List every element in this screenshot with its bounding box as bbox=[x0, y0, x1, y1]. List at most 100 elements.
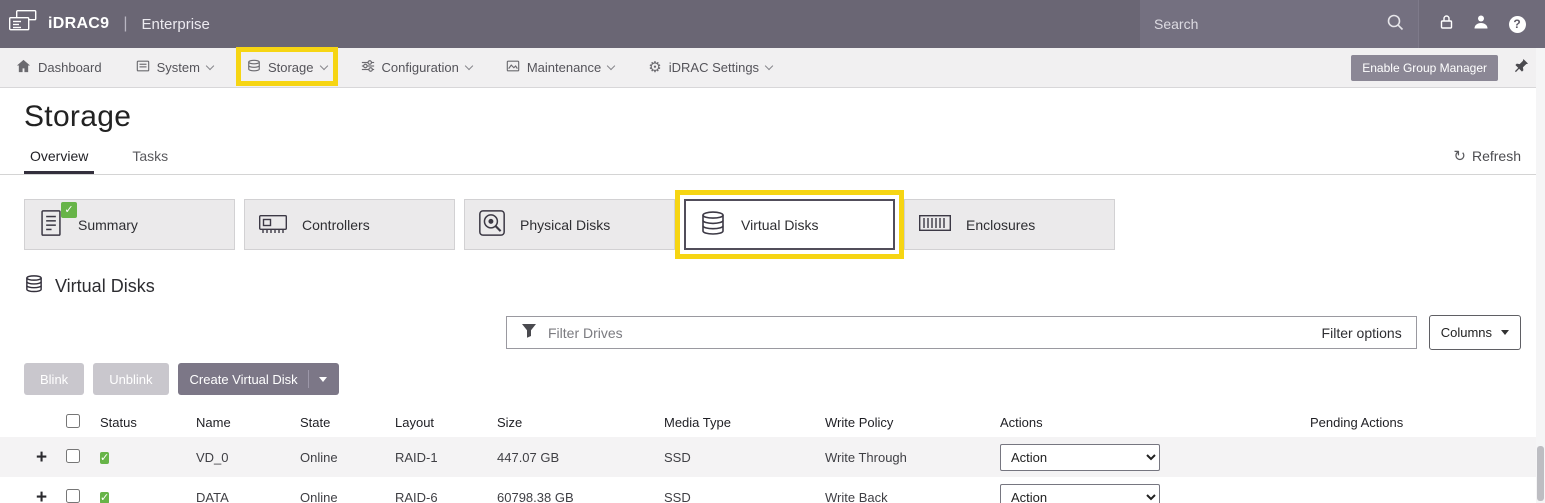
row-action-select[interactable]: Action bbox=[1000, 484, 1160, 503]
help-icon[interactable]: ? bbox=[1509, 16, 1526, 33]
row-action-select[interactable]: Action bbox=[1000, 444, 1160, 471]
expand-row-icon[interactable]: + bbox=[32, 447, 47, 468]
search-input[interactable] bbox=[1154, 16, 1378, 32]
col-layout: Layout bbox=[387, 415, 489, 430]
col-size: Size bbox=[489, 415, 656, 430]
card-physical-disks[interactable]: Physical Disks bbox=[464, 199, 675, 250]
virtual-disks-table: Status Name State Layout Size Media Type… bbox=[0, 407, 1545, 503]
vd-media-type: SSD bbox=[656, 490, 817, 503]
nav-item-maintenance[interactable]: Maintenance bbox=[506, 59, 614, 76]
brand-area: iDRAC9 | Enterprise bbox=[0, 9, 222, 40]
table-header-row: Status Name State Layout Size Media Type… bbox=[0, 407, 1545, 437]
page-title: Storage bbox=[0, 88, 1545, 134]
columns-button[interactable]: Columns bbox=[1429, 315, 1521, 350]
card-virtual-disks[interactable]: Virtual Disks bbox=[684, 199, 895, 250]
chevron-down-icon bbox=[765, 62, 773, 70]
button-divider bbox=[308, 370, 309, 388]
gear-icon: ⚙ bbox=[648, 60, 661, 75]
vd-write-policy: Write Back bbox=[817, 490, 992, 503]
virtual-disks-icon bbox=[699, 210, 727, 240]
col-media-type: Media Type bbox=[656, 415, 817, 430]
nav-label: Configuration bbox=[382, 60, 459, 75]
vd-toolbar: Blink Unblink Create Virtual Disk bbox=[0, 363, 1545, 395]
status-ok-icon: ✓ bbox=[100, 452, 109, 464]
idrac-page: iDRAC9 | Enterprise ? bbox=[0, 0, 1545, 503]
status-ok-icon: ✓ bbox=[61, 202, 77, 218]
tab-overview[interactable]: Overview bbox=[24, 140, 94, 174]
expand-row-icon[interactable]: + bbox=[32, 487, 47, 503]
nav-item-storage[interactable]: Storage bbox=[247, 59, 327, 76]
nav-label: Maintenance bbox=[527, 60, 601, 75]
physical-disks-icon bbox=[478, 209, 506, 240]
nav-item-system[interactable]: System bbox=[136, 59, 213, 76]
refresh-button[interactable]: ↻ Refresh bbox=[1453, 147, 1521, 174]
caret-down-icon bbox=[319, 377, 327, 382]
filter-drives-input[interactable] bbox=[548, 325, 1311, 341]
virtual-disks-icon bbox=[24, 274, 44, 299]
col-write-policy: Write Policy bbox=[817, 415, 992, 430]
unblink-button[interactable]: Unblink bbox=[93, 363, 168, 395]
maintenance-icon bbox=[506, 59, 520, 76]
vertical-scrollbar[interactable] bbox=[1536, 48, 1545, 503]
refresh-label: Refresh bbox=[1472, 148, 1521, 164]
vd-media-type: SSD bbox=[656, 450, 817, 465]
nav-item-dashboard[interactable]: Dashboard bbox=[16, 59, 102, 76]
vd-layout: RAID-6 bbox=[387, 490, 489, 503]
home-icon bbox=[16, 59, 31, 76]
main-nav: Dashboard System Storage bbox=[0, 48, 1545, 88]
nav-label: iDRAC Settings bbox=[669, 60, 759, 75]
row-checkbox[interactable] bbox=[66, 449, 80, 463]
controllers-icon bbox=[258, 211, 288, 238]
row-checkbox[interactable] bbox=[66, 489, 80, 503]
brand-separator: | bbox=[123, 15, 127, 33]
card-controllers[interactable]: Controllers bbox=[244, 199, 455, 250]
app-header: iDRAC9 | Enterprise ? bbox=[0, 0, 1545, 48]
filter-funnel-icon bbox=[521, 322, 537, 343]
card-label: Physical Disks bbox=[520, 217, 610, 233]
tab-bar: Overview Tasks ↻ Refresh bbox=[0, 140, 1545, 175]
table-row: + ✓ DATA Online RAID-6 60798.38 GB SSD W… bbox=[0, 477, 1545, 503]
enable-group-manager-button[interactable]: Enable Group Manager bbox=[1351, 55, 1498, 81]
chevron-down-icon bbox=[607, 62, 615, 70]
card-label: Enclosures bbox=[966, 217, 1035, 233]
scrollbar-thumb[interactable] bbox=[1537, 446, 1544, 501]
nav-item-configuration[interactable]: Configuration bbox=[361, 59, 472, 76]
search-icon[interactable] bbox=[1386, 13, 1404, 36]
table-row: + ✓ VD_0 Online RAID-1 447.07 GB SSD Wri… bbox=[0, 437, 1545, 477]
col-pending-actions: Pending Actions bbox=[1302, 415, 1545, 430]
status-ok-icon: ✓ bbox=[100, 492, 109, 503]
chevron-down-icon bbox=[319, 62, 327, 70]
card-label: Virtual Disks bbox=[741, 217, 819, 233]
lock-icon[interactable] bbox=[1439, 14, 1454, 35]
blink-button[interactable]: Blink bbox=[24, 363, 84, 395]
col-actions: Actions bbox=[992, 415, 1302, 430]
system-icon bbox=[136, 59, 150, 76]
nav-label: System bbox=[157, 60, 200, 75]
tab-tasks[interactable]: Tasks bbox=[126, 140, 174, 174]
idrac-logo-icon bbox=[8, 9, 38, 40]
refresh-icon: ↻ bbox=[1453, 147, 1466, 165]
vd-size: 447.07 GB bbox=[489, 450, 656, 465]
vd-write-policy: Write Through bbox=[817, 450, 992, 465]
section-title: Virtual Disks bbox=[55, 276, 155, 297]
col-status: Status bbox=[92, 415, 188, 430]
filter-box: Filter options bbox=[506, 316, 1417, 349]
create-virtual-disk-button[interactable]: Create Virtual Disk bbox=[178, 363, 339, 395]
global-search bbox=[1140, 0, 1418, 48]
card-summary[interactable]: ✓ Summary bbox=[24, 199, 235, 250]
nav-item-idrac-settings[interactable]: ⚙ iDRAC Settings bbox=[648, 60, 772, 75]
create-virtual-disk-label: Create Virtual Disk bbox=[190, 372, 298, 387]
vd-name: VD_0 bbox=[188, 450, 292, 465]
pin-icon[interactable] bbox=[1514, 58, 1529, 78]
brand-name: iDRAC9 bbox=[48, 15, 109, 33]
card-label: Controllers bbox=[302, 217, 370, 233]
filter-options-link[interactable]: Filter options bbox=[1322, 325, 1402, 341]
caret-down-icon bbox=[1501, 330, 1509, 335]
storage-icon bbox=[247, 59, 261, 76]
user-icon[interactable] bbox=[1473, 14, 1489, 35]
filter-row: Filter options Columns bbox=[0, 315, 1545, 350]
select-all-checkbox[interactable] bbox=[66, 414, 80, 428]
nav-label: Storage bbox=[268, 60, 314, 75]
chevron-down-icon bbox=[206, 62, 214, 70]
card-enclosures[interactable]: Enclosures bbox=[904, 199, 1115, 250]
